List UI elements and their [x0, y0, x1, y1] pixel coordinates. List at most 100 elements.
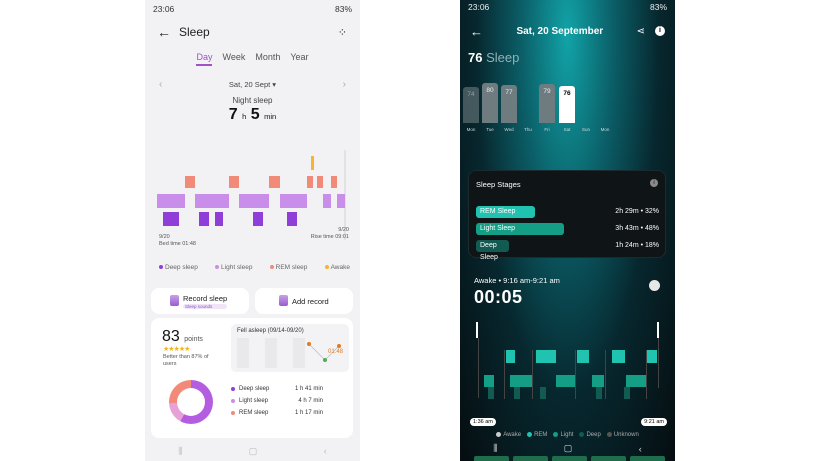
day-label: Fri	[544, 127, 550, 132]
add-record-icon	[279, 295, 288, 306]
score-value: 76	[468, 50, 483, 65]
record-sleep-icon	[170, 295, 179, 306]
legend-awake: Awake	[496, 432, 521, 438]
legend-awake: Awake	[324, 264, 350, 271]
caret-down-icon: ▾	[272, 80, 277, 89]
day-label: Sun	[581, 127, 590, 132]
sleep-stages-title: Sleep Stages	[476, 180, 521, 189]
end-time-label: 9:21 am	[641, 418, 667, 426]
status-time: 23:06	[468, 2, 490, 12]
tile	[591, 456, 626, 461]
recents-icon[interactable]: ⫼	[493, 443, 497, 454]
alarm-icon[interactable]	[649, 280, 660, 291]
tile	[474, 456, 509, 461]
tab-day[interactable]: Day	[196, 52, 213, 66]
back-nav-icon[interactable]: ‹	[324, 446, 327, 456]
legend-rem: REM sleep	[269, 264, 307, 271]
week-bar[interactable]: 74	[463, 87, 479, 123]
chevron-left-icon[interactable]: ‹	[159, 79, 162, 90]
rem-bar: REM Sleep	[476, 206, 535, 218]
comparison-text: Better than 87% of users	[163, 354, 209, 367]
more-options-icon[interactable]: ⁘	[338, 26, 348, 39]
light-blocks	[157, 194, 345, 208]
bottom-tiles	[474, 456, 665, 461]
system-nav-bar: ⫼ ▢ ‹	[460, 441, 675, 456]
record-sleep-button[interactable]: Record sleep Sleep sounds	[151, 288, 249, 314]
deep-bar: Deep Sleep	[476, 240, 509, 261]
chart-end-label: 9/20 Rise time 09:01	[309, 227, 349, 241]
awake-duration: 00:05	[474, 287, 523, 307]
night-sleep-duration: 7 h 5 min	[145, 106, 360, 124]
score-unit: points	[184, 336, 203, 343]
sleep-score: 83 points	[162, 328, 203, 346]
week-bar[interactable]: 77	[501, 85, 517, 123]
back-arrow-icon[interactable]: ←	[157, 24, 171, 40]
day-label: Sat	[563, 127, 571, 132]
tile	[513, 456, 548, 461]
legend-light: Light sleep	[215, 264, 252, 271]
deep-blocks	[163, 212, 297, 226]
sleep-summary-card: 83 points ★★★★★ Better than 87% of users…	[151, 318, 353, 438]
deep-segments	[488, 387, 630, 399]
sleep-stages-card: Sleep Stages i REM Sleep 2h 29m • 32% Li…	[468, 170, 666, 261]
status-battery: 83%	[649, 2, 667, 12]
deep-value: 1h 24m • 18%	[615, 242, 659, 249]
week-bar-selected[interactable]: 76	[559, 86, 575, 123]
end-date: 9/20	[338, 227, 349, 233]
record-sleep-label: Record sleep	[183, 293, 228, 303]
recents-icon[interactable]: ⫼	[178, 446, 182, 457]
legend-deep: Deep sleep	[159, 264, 198, 271]
rem-segments	[506, 350, 657, 363]
stage-deep: Deep sleep 1 h 41 min	[231, 386, 341, 392]
status-bar: 23:06 83%	[460, 0, 675, 14]
rise-time: Rise time 09:01	[310, 234, 349, 240]
tab-year[interactable]: Year	[290, 52, 308, 66]
legend-light: Light	[553, 432, 573, 438]
back-nav-icon[interactable]: ‹	[639, 444, 642, 454]
hypnogram-legend: Awake REM Light Deep Unknown	[460, 432, 675, 438]
transition-lines	[478, 338, 659, 399]
night-sleep-label: Night sleep	[232, 96, 273, 105]
tab-week[interactable]: Week	[222, 52, 245, 66]
week-bar[interactable]: 79	[539, 84, 555, 123]
stage-row-rem: REM Sleep 2h 29m • 32%	[476, 206, 659, 218]
chart-legend: Deep sleep Light sleep REM sleep Awake	[159, 264, 350, 271]
tab-month[interactable]: Month	[255, 52, 280, 66]
hours-unit: h	[242, 112, 247, 121]
light-bar: Light Sleep	[476, 223, 564, 235]
info-icon[interactable]: i	[655, 26, 665, 36]
date-dropdown[interactable]: Sat, 20 Sept ▾	[229, 80, 276, 89]
share-icon[interactable]: ⋖	[637, 26, 645, 37]
home-icon[interactable]: ▢	[249, 446, 258, 457]
awake-block	[311, 156, 314, 170]
start-time-label: 1:36 am	[470, 418, 496, 426]
app-header: ← Sat, 20 September ⋖ i	[460, 14, 675, 48]
screenshot-canvas: 23:06 83% ← Sleep ⁘ Day Week Month Year …	[0, 0, 820, 461]
legend-rem: REM	[527, 432, 547, 438]
chevron-right-icon[interactable]: ›	[343, 79, 346, 90]
legend-unknown: Unknown	[606, 432, 639, 438]
status-bar: 23:06 83%	[145, 0, 360, 18]
info-icon[interactable]: i	[650, 179, 658, 187]
week-bar[interactable]: 80	[482, 83, 498, 123]
minutes-unit: min	[264, 112, 277, 121]
add-record-button[interactable]: Add record	[255, 288, 353, 314]
stage-light: Light sleep 4 h 7 min	[231, 398, 341, 404]
stage-row-deep: Deep Sleep 1h 24m • 18%	[476, 240, 659, 261]
page-title: Sat, 20 September	[516, 25, 604, 37]
score-label: Sleep	[486, 50, 520, 65]
legend-deep: Deep	[579, 432, 601, 438]
fell-asleep-card[interactable]: Fell asleep (09/14-09/20) 01:48	[231, 324, 349, 372]
back-arrow-icon[interactable]: ←	[470, 24, 483, 39]
sleep-score: 76 Sleep	[468, 50, 519, 65]
sleep-minutes: 5	[250, 106, 260, 123]
sleep-sounds-badge: Sleep sounds	[183, 303, 228, 309]
sleep-stages-donut	[169, 380, 213, 424]
period-tabs: Day Week Month Year	[145, 52, 360, 66]
left-phone-screen: 23:06 83% ← Sleep ⁘ Day Week Month Year …	[145, 0, 360, 461]
add-record-label: Add record	[292, 296, 329, 306]
home-icon[interactable]: ▢	[564, 443, 573, 454]
hypnogram-chart[interactable]	[474, 320, 664, 416]
bed-time: Bed time 01:48	[159, 241, 196, 247]
light-value: 3h 43m • 48%	[615, 225, 659, 232]
